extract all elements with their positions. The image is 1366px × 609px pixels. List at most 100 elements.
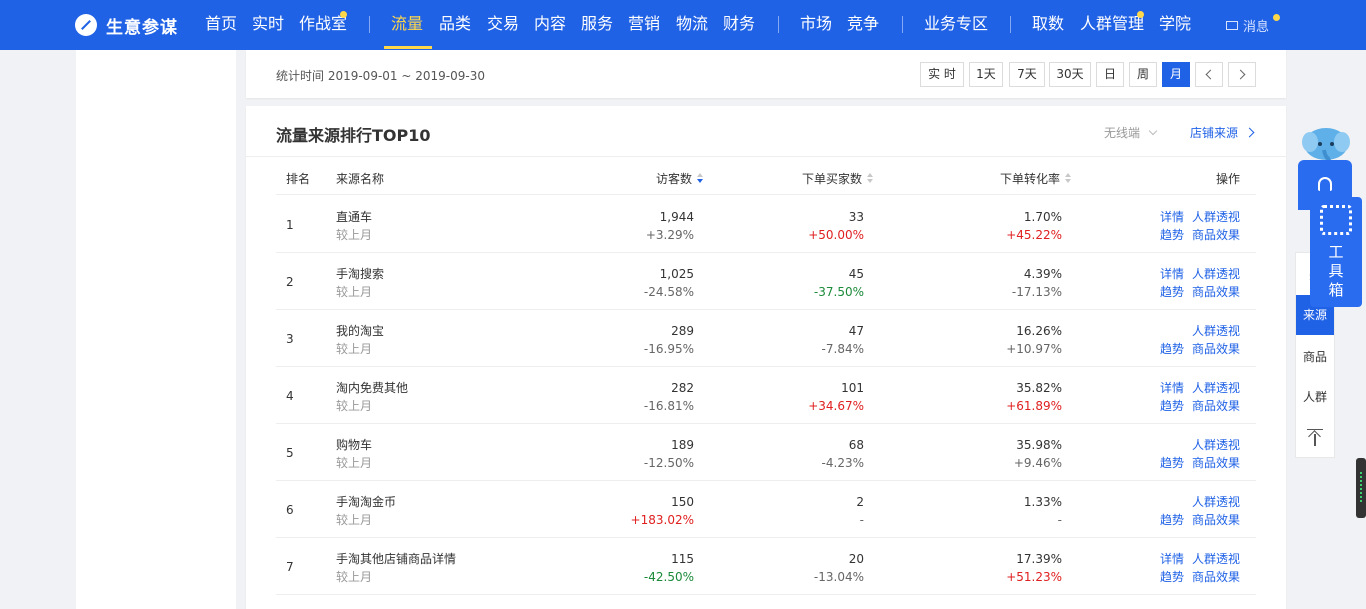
row-visitors-cell: 189 -12.50%	[644, 436, 694, 472]
row-buyers-change: -	[859, 513, 864, 527]
action-link[interactable]: 趋势	[1160, 399, 1184, 413]
date-btn-7day[interactable]: 7天	[1009, 62, 1045, 87]
nav-item-market[interactable]: 市场	[800, 14, 832, 34]
device-select[interactable]: 无线端	[1104, 124, 1158, 141]
action-link[interactable]: 人群透视	[1192, 495, 1240, 509]
row-actions-line1: 详情 人群透视	[1130, 550, 1240, 568]
nav-item-home[interactable]: 首页	[205, 14, 237, 34]
nav-item-service[interactable]: 服务	[581, 14, 613, 34]
action-link[interactable]: 商品效果	[1192, 513, 1240, 527]
date-btn-30day[interactable]: 30天	[1049, 62, 1091, 87]
action-link[interactable]: 人群透视	[1192, 381, 1240, 395]
header-buyers[interactable]: 下单买家数	[802, 170, 874, 187]
row-rank: 3	[286, 332, 294, 346]
date-next-button[interactable]	[1228, 62, 1256, 87]
traffic-source-card: 流量来源排行TOP10 无线端 店铺来源 排名 来源名称 访客数 下单买家数 下…	[246, 106, 1286, 609]
header-buyers-label: 下单买家数	[802, 172, 863, 186]
action-link[interactable]: 人群透视	[1192, 552, 1240, 566]
date-btn-1day[interactable]: 1天	[969, 62, 1003, 87]
nav-item-academy[interactable]: 学院	[1159, 14, 1191, 34]
nav-item-realtime[interactable]: 实时	[252, 14, 284, 34]
nav-item-traffic[interactable]: 流量	[391, 14, 423, 34]
action-link[interactable]: 趋势	[1160, 456, 1184, 470]
nav-item-warroom[interactable]: 作战室	[299, 14, 347, 34]
action-link[interactable]: 趋势	[1160, 570, 1184, 584]
action-link[interactable]: 商品效果	[1192, 285, 1240, 299]
row-visitors-cell: 1,025 -24.58%	[644, 265, 694, 301]
row-conv-cell: 35.98% +9.46%	[1014, 436, 1062, 472]
action-link[interactable]: 人群透视	[1192, 438, 1240, 452]
action-link[interactable]: 人群透视	[1192, 324, 1240, 338]
nav-item-business-zone[interactable]: 业务专区	[924, 14, 988, 34]
action-link[interactable]: 商品效果	[1192, 456, 1240, 470]
action-link[interactable]: 趋势	[1160, 228, 1184, 242]
row-actions: 详情 人群透视 趋势 商品效果	[1130, 379, 1240, 415]
message-button[interactable]: 消息	[1226, 16, 1269, 35]
action-link[interactable]: 详情	[1160, 267, 1184, 281]
action-link[interactable]: 人群透视	[1192, 267, 1240, 281]
action-link[interactable]: 人群透视	[1192, 210, 1240, 224]
date-btn-realtime[interactable]: 实 时	[920, 62, 964, 87]
brand[interactable]: 生意参谋	[75, 13, 178, 38]
row-buyers-change: -7.84%	[821, 342, 864, 356]
row-actions-line2: 趋势 商品效果	[1130, 397, 1240, 415]
row-buyers-cell: 20 -13.04%	[814, 550, 864, 586]
back-to-top-icon[interactable]	[1307, 429, 1323, 446]
action-link[interactable]: 趋势	[1160, 285, 1184, 299]
row-conv-value: 16.26%	[1016, 324, 1062, 338]
header-conversion[interactable]: 下单转化率	[1000, 170, 1072, 187]
table-row: 7 手淘其他店铺商品详情 较上月 115 -42.50% 20 -13.04% 17.39% +…	[276, 538, 1256, 595]
toolbox-button[interactable]: 工具箱	[1310, 197, 1362, 307]
message-badge-dot	[1273, 14, 1280, 21]
row-rank: 1	[286, 218, 294, 232]
nav-item-competition[interactable]: 竞争	[847, 14, 879, 34]
row-visitors-change: +3.29%	[645, 228, 694, 242]
row-visitors-change: -24.58%	[643, 285, 694, 299]
nav-item-marketing[interactable]: 营销	[628, 14, 660, 34]
nav-item-category[interactable]: 品类	[439, 14, 471, 34]
action-link[interactable]: 商品效果	[1192, 228, 1240, 242]
side-nav-item-crowd[interactable]: 人群	[1296, 379, 1334, 415]
nav-item-content[interactable]: 内容	[534, 14, 566, 34]
warroom-badge-dot	[340, 11, 347, 18]
row-source-name: 直通车	[336, 210, 373, 224]
shop-source-link[interactable]: 店铺来源	[1190, 124, 1255, 141]
action-link[interactable]: 商品效果	[1192, 570, 1240, 584]
row-buyers-value: 45	[848, 267, 864, 281]
nav-item-logistics[interactable]: 物流	[676, 14, 708, 34]
date-btn-month[interactable]: 月	[1162, 62, 1190, 87]
elephant-mascot-icon[interactable]	[1302, 124, 1350, 164]
table-row: 6 手淘淘金币 较上月 150 +183.02% 2-1.33% - 人群透视 趋势 商品效果	[276, 481, 1256, 538]
header-visitors[interactable]: 访客数	[656, 170, 704, 187]
row-visitors-value: 115	[671, 552, 694, 566]
row-actions: 人群透视 趋势 商品效果	[1130, 322, 1240, 358]
action-link[interactable]: 趋势	[1160, 342, 1184, 356]
row-compare-label: 较上月	[336, 570, 373, 584]
side-nav-item-product[interactable]: 商品	[1296, 339, 1334, 375]
row-buyers-change: -4.23%	[821, 456, 864, 470]
row-buyers-cell: 33 +50.00%	[808, 208, 864, 244]
action-link[interactable]: 详情	[1160, 381, 1184, 395]
row-visitors-change: -12.50%	[643, 456, 694, 470]
row-actions-line2: 趋势 商品效果	[1130, 340, 1240, 358]
action-link[interactable]: 趋势	[1160, 513, 1184, 527]
action-link[interactable]: 详情	[1160, 552, 1184, 566]
row-visitors-change: -16.81%	[643, 399, 694, 413]
date-prev-button[interactable]	[1195, 62, 1223, 87]
header-ops: 操作	[1216, 172, 1241, 186]
envelope-icon	[1226, 21, 1238, 30]
scroll-indicator[interactable]	[1356, 458, 1366, 518]
nav-item-finance[interactable]: 财务	[723, 14, 755, 34]
nav-item-trade[interactable]: 交易	[487, 14, 519, 34]
compass-logo-icon	[75, 14, 97, 36]
date-btn-week[interactable]: 周	[1129, 62, 1157, 87]
nav-item-data-fetch[interactable]: 取数	[1032, 14, 1064, 34]
action-link[interactable]: 商品效果	[1192, 399, 1240, 413]
action-link[interactable]: 详情	[1160, 210, 1184, 224]
date-btn-day[interactable]: 日	[1096, 62, 1124, 87]
action-link[interactable]: 商品效果	[1192, 342, 1240, 356]
row-conv-value: 1.33%	[1023, 495, 1062, 509]
table-row: 3 我的淘宝 较上月 289 -16.95% 47 -7.84% 16.26% +10.97% 人…	[276, 310, 1256, 367]
row-source-name: 手淘淘金币	[336, 495, 397, 509]
nav-item-crowd-management[interactable]: 人群管理	[1080, 14, 1144, 34]
